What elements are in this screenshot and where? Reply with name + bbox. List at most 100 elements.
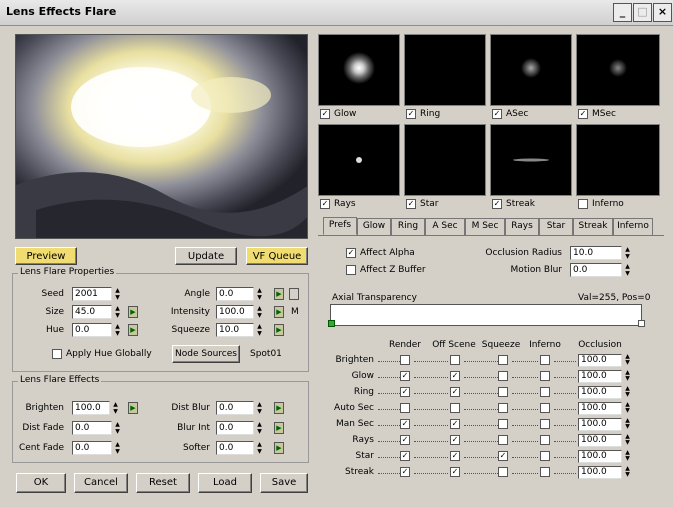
dist-fade-input[interactable]: 0.0 bbox=[72, 421, 112, 435]
intensity-spinner[interactable]: ▲ ▼ bbox=[255, 305, 264, 319]
hue-spinner[interactable]: ▲ ▼ bbox=[113, 323, 122, 337]
prefs-squeeze-checkbox[interactable]: ✓ bbox=[498, 451, 508, 461]
prefs-occlusion-spinner[interactable]: ▲ ▼ bbox=[623, 354, 632, 367]
prefs-occlusion-spinner[interactable]: ▲ ▼ bbox=[623, 402, 632, 415]
size-lock-icon[interactable]: ▶ bbox=[128, 306, 138, 318]
prefs-render-checkbox[interactable]: ✓ bbox=[400, 467, 410, 477]
prefs-inferno-checkbox[interactable] bbox=[540, 467, 550, 477]
close-button[interactable]: × bbox=[653, 3, 672, 22]
tab-glow[interactable]: Glow bbox=[357, 218, 391, 235]
angle-spinner[interactable]: ▲ ▼ bbox=[255, 287, 264, 301]
cent-fade-spinner[interactable]: ▲ ▼ bbox=[113, 441, 122, 455]
prefs-squeeze-checkbox[interactable] bbox=[498, 355, 508, 365]
squeeze-lock-icon[interactable]: ▶ bbox=[274, 324, 284, 336]
tab-streak[interactable]: Streak bbox=[573, 218, 613, 235]
update-button[interactable]: Update bbox=[175, 247, 237, 265]
prefs-offscene-checkbox[interactable]: ✓ bbox=[450, 371, 460, 381]
prefs-occlusion-spinner[interactable]: ▲ ▼ bbox=[623, 466, 632, 479]
apply-hue-checkbox[interactable] bbox=[52, 349, 62, 359]
load-button[interactable]: Load bbox=[198, 473, 252, 493]
m-label[interactable]: M bbox=[291, 307, 299, 317]
asec-thumbnail[interactable] bbox=[490, 34, 572, 106]
prefs-squeeze-checkbox[interactable] bbox=[498, 467, 508, 477]
streak-thumbnail[interactable] bbox=[490, 124, 572, 196]
size-spinner[interactable]: ▲ ▼ bbox=[113, 305, 122, 319]
tab-prefs[interactable]: Prefs bbox=[323, 217, 357, 235]
dist-blur-spinner[interactable]: ▲ ▼ bbox=[255, 401, 264, 415]
prefs-render-checkbox[interactable]: ✓ bbox=[400, 419, 410, 429]
blur-int-spinner[interactable]: ▲ ▼ bbox=[255, 421, 264, 435]
affect-alpha-checkbox[interactable]: ✓ bbox=[346, 248, 356, 258]
prefs-render-checkbox[interactable] bbox=[400, 355, 410, 365]
star-checkbox[interactable]: ✓ bbox=[406, 199, 416, 209]
motion-blur-spinner[interactable]: ▲ ▼ bbox=[623, 263, 632, 277]
prefs-occlusion-spinner[interactable]: ▲ ▼ bbox=[623, 370, 632, 383]
hue-input[interactable]: 0.0 bbox=[72, 323, 112, 337]
msec-thumbnail[interactable] bbox=[576, 34, 660, 106]
prefs-offscene-checkbox[interactable]: ✓ bbox=[450, 387, 460, 397]
blur-int-input[interactable]: 0.0 bbox=[216, 421, 254, 435]
tab-m-sec[interactable]: M Sec bbox=[465, 218, 505, 235]
glow-checkbox[interactable]: ✓ bbox=[320, 109, 330, 119]
prefs-offscene-checkbox[interactable]: ✓ bbox=[450, 419, 460, 429]
prefs-occlusion-input[interactable]: 100.0 bbox=[578, 450, 622, 463]
prefs-squeeze-checkbox[interactable] bbox=[498, 435, 508, 445]
squeeze-spinner[interactable]: ▲ ▼ bbox=[255, 323, 264, 337]
prefs-offscene-checkbox[interactable] bbox=[450, 403, 460, 413]
prefs-offscene-checkbox[interactable] bbox=[450, 355, 460, 365]
prefs-occlusion-input[interactable]: 100.0 bbox=[578, 370, 622, 383]
prefs-occlusion-input[interactable]: 100.0 bbox=[578, 402, 622, 415]
tab-rays[interactable]: Rays bbox=[505, 218, 539, 235]
prefs-occlusion-input[interactable]: 100.0 bbox=[578, 434, 622, 447]
motion-blur-input[interactable]: 0.0 bbox=[570, 263, 622, 277]
angle-lock-icon[interactable]: ▶ bbox=[274, 288, 284, 300]
occlusion-radius-spinner[interactable]: ▲ ▼ bbox=[623, 246, 632, 260]
maximize-button[interactable]: □ bbox=[633, 3, 652, 22]
softer-input[interactable]: 0.0 bbox=[216, 441, 254, 455]
prefs-render-checkbox[interactable]: ✓ bbox=[400, 435, 410, 445]
prefs-offscene-checkbox[interactable]: ✓ bbox=[450, 467, 460, 477]
tab-a-sec[interactable]: A Sec bbox=[425, 218, 465, 235]
inferno-checkbox[interactable] bbox=[578, 199, 588, 209]
dist-blur-input[interactable]: 0.0 bbox=[216, 401, 254, 415]
prefs-offscene-checkbox[interactable]: ✓ bbox=[450, 451, 460, 461]
cancel-button[interactable]: Cancel bbox=[74, 473, 128, 493]
occlusion-radius-input[interactable]: 10.0 bbox=[570, 246, 622, 260]
prefs-inferno-checkbox[interactable] bbox=[540, 371, 550, 381]
glow-thumbnail[interactable] bbox=[318, 34, 400, 106]
node-sources-button[interactable]: Node Sources bbox=[172, 345, 240, 363]
inferno-thumbnail[interactable] bbox=[576, 124, 660, 196]
prefs-occlusion-input[interactable]: 100.0 bbox=[578, 386, 622, 399]
gradient-flag-left[interactable] bbox=[328, 320, 335, 327]
prefs-occlusion-input[interactable]: 100.0 bbox=[578, 354, 622, 367]
reset-button[interactable]: Reset bbox=[136, 473, 190, 493]
rays-thumbnail[interactable] bbox=[318, 124, 400, 196]
brighten-input[interactable]: 100.0 bbox=[72, 401, 110, 415]
prefs-inferno-checkbox[interactable] bbox=[540, 419, 550, 429]
brighten-lock-icon[interactable]: ▶ bbox=[128, 402, 138, 414]
prefs-inferno-checkbox[interactable] bbox=[540, 435, 550, 445]
msec-checkbox[interactable]: ✓ bbox=[578, 109, 588, 119]
intensity-lock-icon[interactable]: ▶ bbox=[274, 306, 284, 318]
prefs-squeeze-checkbox[interactable] bbox=[498, 403, 508, 413]
softer-spinner[interactable]: ▲ ▼ bbox=[255, 441, 264, 455]
prefs-occlusion-spinner[interactable]: ▲ ▼ bbox=[623, 386, 632, 399]
prefs-render-checkbox[interactable]: ✓ bbox=[400, 387, 410, 397]
prefs-occlusion-input[interactable]: 100.0 bbox=[578, 418, 622, 431]
prefs-squeeze-checkbox[interactable] bbox=[498, 387, 508, 397]
angle-input[interactable]: 0.0 bbox=[216, 287, 254, 301]
prefs-inferno-checkbox[interactable] bbox=[540, 355, 550, 365]
star-thumbnail[interactable] bbox=[404, 124, 486, 196]
tab-inferno[interactable]: Inferno bbox=[613, 218, 653, 235]
intensity-input[interactable]: 100.0 bbox=[216, 305, 254, 319]
ring-thumbnail[interactable] bbox=[404, 34, 486, 106]
prefs-occlusion-spinner[interactable]: ▲ ▼ bbox=[623, 418, 632, 431]
dist-blur-lock-icon[interactable]: ▶ bbox=[274, 402, 284, 414]
blur-int-lock-icon[interactable]: ▶ bbox=[274, 422, 284, 434]
seed-input[interactable]: 2001 bbox=[72, 287, 112, 301]
asec-checkbox[interactable]: ✓ bbox=[492, 109, 502, 119]
prefs-occlusion-spinner[interactable]: ▲ ▼ bbox=[623, 434, 632, 447]
axial-transparency-gradient[interactable] bbox=[330, 304, 642, 326]
streak-checkbox[interactable]: ✓ bbox=[492, 199, 502, 209]
prefs-render-checkbox[interactable]: ✓ bbox=[400, 371, 410, 381]
